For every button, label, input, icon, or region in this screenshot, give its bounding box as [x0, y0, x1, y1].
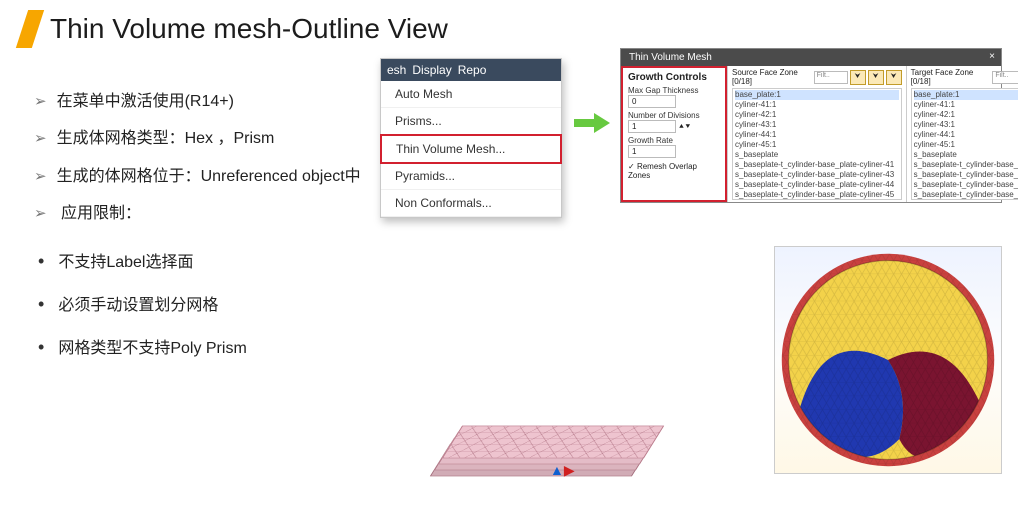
menu-bar-item[interactable]: Display [412, 63, 451, 77]
list-item[interactable]: s_baseplate-t_cylinder-base_plate-cyline… [914, 170, 1018, 180]
source-zone-panel: Source Face Zone [0/18] Filt.. ⮟ ⮟ ⮟ bas… [727, 66, 906, 202]
menu-item-thin-volume-mesh[interactable]: Thin Volume Mesh... [380, 134, 562, 164]
list-item[interactable]: cyliner-41:1 [914, 100, 1018, 110]
menu-item-pyramids[interactable]: Pyramids... [381, 163, 561, 190]
menu-bar-item[interactable]: Repo [458, 63, 487, 77]
max-gap-label: Max Gap Thickness [628, 86, 720, 95]
menu-screenshot: esh Display Repo Auto Mesh Prisms... Thi… [380, 58, 562, 218]
title-wrap: Thin Volume mesh-Outline View [22, 10, 448, 48]
list-item[interactable]: s_baseplate-t_cylinder-base_plate-cyline… [735, 160, 899, 170]
title-accent-bar [16, 10, 44, 48]
page-title: Thin Volume mesh-Outline View [50, 13, 448, 45]
menu-item-prisms[interactable]: Prisms... [381, 108, 561, 135]
ndiv-label: Number of Divisions [628, 111, 720, 120]
zone-button[interactable]: ⮟ [868, 70, 884, 85]
menu-bar: esh Display Repo [381, 59, 561, 81]
bullet-dot: 不支持Label选择面 [38, 244, 464, 278]
target-zone-heading: Target Face Zone [0/18] [911, 68, 991, 86]
list-item[interactable]: cyliner-42:1 [735, 110, 899, 120]
list-item[interactable]: cyliner-45:1 [914, 140, 1018, 150]
growth-rate-label: Growth Rate [628, 136, 720, 145]
list-item[interactable]: s_baseplate [914, 150, 1018, 160]
slide-root: Thin Volume mesh-Outline View 在菜单中激活使用(R… [0, 0, 1018, 508]
source-zone-heading: Source Face Zone [0/18] [732, 68, 812, 86]
menu-items: Auto Mesh Prisms... Thin Volume Mesh... … [381, 81, 561, 217]
list-item[interactable]: s_baseplate-t_cylinder-base_plate-cyline… [735, 180, 899, 190]
list-item[interactable]: s_baseplate-t_cylinder-base_plate-cyline… [914, 160, 1018, 170]
list-item[interactable]: s_baseplate [735, 150, 899, 160]
menu-bar-item[interactable]: esh [387, 63, 406, 77]
dialog-titlebar: Thin Volume Mesh × [621, 49, 1001, 66]
menu-item-non-conformals[interactable]: Non Conformals... [381, 190, 561, 217]
bullet-dot: 网格类型不支持Poly Prism [38, 330, 464, 364]
list-item[interactable]: s_baseplate-t_cylinder-base_plate-cyline… [735, 170, 899, 180]
list-item[interactable]: base_plate:1 [914, 90, 1018, 100]
checkbox-icon[interactable]: ✓ [628, 162, 635, 171]
list-item[interactable]: cyliner-44:1 [914, 130, 1018, 140]
menu-item-automesh[interactable]: Auto Mesh [381, 81, 561, 108]
list-item[interactable]: s_baseplate-t_cylinder-base_plate-cyline… [735, 190, 899, 200]
list-item[interactable]: cyliner-41:1 [735, 100, 899, 110]
stepper-icon[interactable]: ⯅⯆ [676, 122, 691, 131]
list-item[interactable]: s_baseplate-t_cylinder-base_plate-cyline… [914, 180, 1018, 190]
list-item[interactable]: cyliner-42:1 [914, 110, 1018, 120]
list-item[interactable]: cyliner-44:1 [735, 130, 899, 140]
list-item[interactable]: cyliner-45:1 [735, 140, 899, 150]
slab-mesh-figure: ▲▶ [430, 378, 660, 488]
growth-controls-heading: Growth Controls [628, 72, 720, 83]
list-item[interactable]: s_baseplate-t_cylinder-base_plate-cyline… [914, 190, 1018, 200]
source-filter-input[interactable]: Filt.. [814, 71, 848, 84]
growth-controls-panel: Growth Controls Max Gap Thickness 0 Numb… [621, 66, 727, 202]
arrow-icon [574, 116, 610, 130]
close-icon[interactable]: × [989, 51, 995, 62]
bullet-dot: 必须手动设置划分网格 [38, 287, 464, 321]
target-zone-panel: Target Face Zone [0/18] Filt.. ⮟ ⮟ ⮟ bas… [906, 66, 1018, 202]
zone-button[interactable]: ⮟ [886, 70, 902, 85]
growth-rate-input[interactable]: 1 [628, 145, 676, 158]
ndiv-input[interactable]: 1 [628, 120, 676, 133]
axes-icon: ▲▶ [550, 462, 575, 479]
remesh-checkbox-row[interactable]: ✓ Remesh Overlap Zones [628, 162, 720, 180]
zone-button[interactable]: ⮟ [850, 70, 866, 85]
max-gap-input[interactable]: 0 [628, 95, 676, 108]
list-item[interactable]: cyliner-43:1 [735, 120, 899, 130]
sphere-mesh-figure [774, 246, 1002, 474]
remesh-label: Remesh Overlap Zones [628, 162, 697, 180]
source-zone-list[interactable]: base_plate:1 cyliner-41:1 cyliner-42:1 c… [732, 88, 902, 200]
list-item[interactable]: cyliner-43:1 [914, 120, 1018, 130]
dialog-thin-volume-mesh: Thin Volume Mesh × Growth Controls Max G… [620, 48, 1002, 203]
target-zone-list[interactable]: base_plate:1 cyliner-41:1 cyliner-42:1 c… [911, 88, 1018, 200]
dialog-title-text: Thin Volume Mesh [629, 52, 712, 63]
target-filter-input[interactable]: Filt.. [992, 71, 1018, 84]
list-item[interactable]: base_plate:1 [735, 90, 899, 100]
